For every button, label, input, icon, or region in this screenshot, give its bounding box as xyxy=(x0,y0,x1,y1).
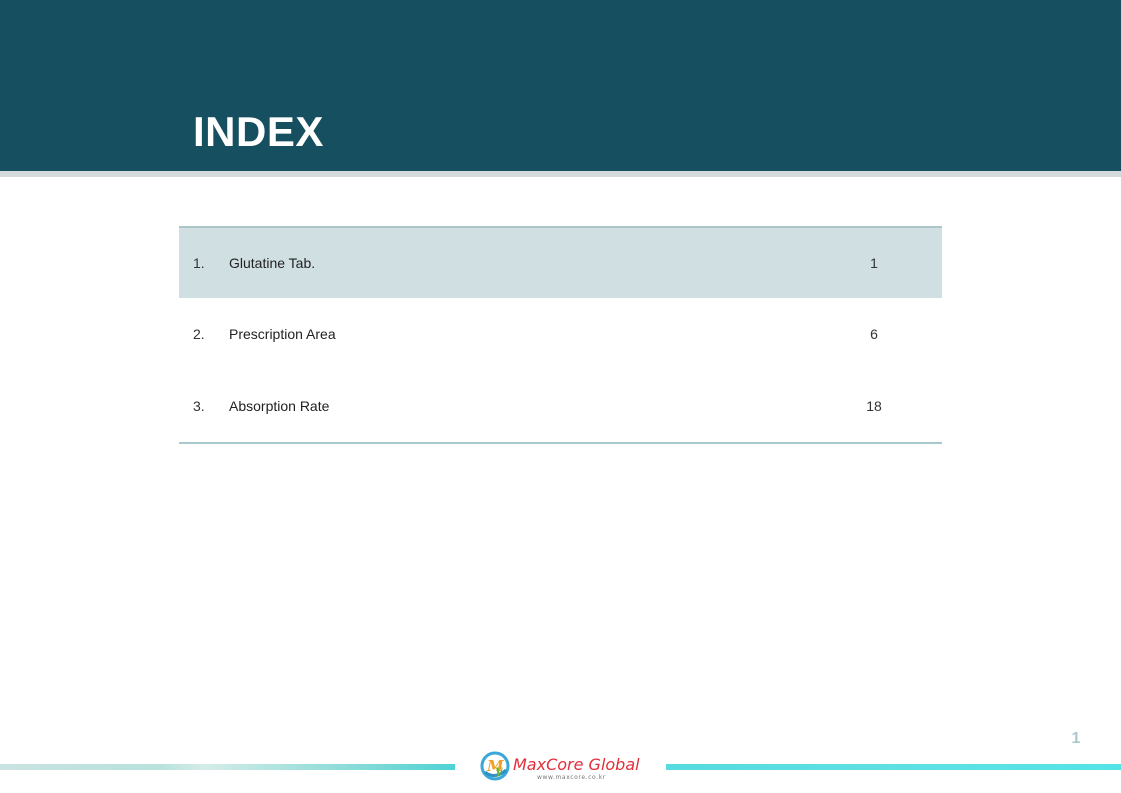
company-logo: M y MaxCore Global www.maxcore.co.kr xyxy=(479,750,649,786)
index-row-label: Glutatine Tab. xyxy=(229,255,316,271)
footer-bar-left xyxy=(0,764,455,770)
svg-text:y: y xyxy=(494,763,503,777)
index-row-page: 1 xyxy=(870,255,878,271)
index-table: 1. Glutatine Tab. 1 2. Prescription Area… xyxy=(179,226,942,444)
footer-bar-right xyxy=(666,764,1121,770)
header-divider xyxy=(0,171,1121,177)
index-row-label: Absorption Rate xyxy=(229,398,330,414)
index-row-number: 3. xyxy=(193,398,205,414)
page-title: INDEX xyxy=(193,108,324,155)
logo-url: www.maxcore.co.kr xyxy=(537,774,606,781)
index-row: 2. Prescription Area 6 xyxy=(179,298,942,370)
header-banner xyxy=(0,0,1121,171)
index-row: 1. Glutatine Tab. 1 xyxy=(179,228,942,298)
index-row-number: 1. xyxy=(193,255,205,271)
page-number: 1 xyxy=(1071,730,1081,747)
index-row-page: 6 xyxy=(870,326,878,342)
index-row: 3. Absorption Rate 18 xyxy=(179,370,942,442)
index-row-label: Prescription Area xyxy=(229,326,336,342)
maxcore-logo-icon: M y xyxy=(480,751,510,781)
index-row-page: 18 xyxy=(866,398,882,414)
index-row-number: 2. xyxy=(193,326,205,342)
logo-name: MaxCore Global xyxy=(513,755,640,774)
